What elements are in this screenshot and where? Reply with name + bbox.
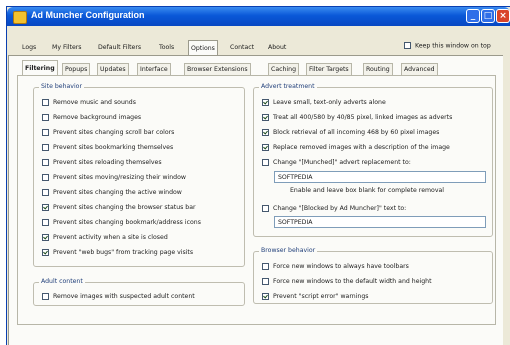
subtab-browser-extensions[interactable]: Browser Extensions (184, 63, 251, 75)
advert-option-3[interactable]: Replace removed images with a descriptio… (262, 143, 450, 152)
site-option-2[interactable]: Prevent sites changing scroll bar colors (42, 128, 174, 137)
option-label: Prevent "script error" warnings (273, 293, 369, 300)
browser-option-2[interactable]: Prevent "script error" warnings (262, 292, 368, 301)
advert-option-2[interactable]: Block retrieval of all incoming 468 by 6… (262, 128, 439, 137)
option-label: Block retrieval of all incoming 468 by 6… (273, 129, 440, 136)
checkbox[interactable] (42, 203, 49, 211)
option-label: Prevent sites bookmarking themselves (53, 144, 174, 151)
option-label: Force new windows to the default width a… (273, 278, 432, 285)
option-label: Force new windows to always have toolbar… (273, 263, 409, 270)
subtab-caching[interactable]: Caching (268, 63, 300, 75)
checkbox[interactable] (42, 248, 49, 256)
app-icon (13, 11, 27, 24)
site-option-6[interactable]: Prevent sites changing the active window (42, 188, 182, 197)
tab-default-filters[interactable]: Default Filters (96, 42, 143, 54)
checkbox[interactable] (262, 292, 269, 300)
browser-behavior-title: Browser behavior (259, 247, 318, 254)
site-option-8[interactable]: Prevent sites changing bookmark/address … (42, 218, 201, 227)
checkbox[interactable] (262, 262, 269, 270)
option-label: Prevent sites changing scroll bar colors (53, 129, 175, 136)
subtab-popups[interactable]: Popups (62, 63, 91, 75)
tab-tools[interactable]: Tools (157, 42, 176, 54)
option-label: Prevent sites reloading themselves (53, 159, 162, 166)
minimize-icon[interactable]: _ (466, 9, 480, 23)
site-option-9[interactable]: Prevent activity when a site is closed (42, 233, 168, 242)
checkbox[interactable] (262, 113, 269, 121)
subtab-advanced[interactable]: Advanced (401, 63, 438, 75)
subtab-filtering[interactable]: Filtering (22, 60, 58, 76)
checkbox[interactable] (262, 143, 269, 151)
change-munched-option[interactable]: Change "[Munched]" advert replacement to… (262, 158, 411, 167)
change-blocked-option[interactable]: Change "[Blocked by Ad Muncher]" text to… (262, 204, 406, 213)
subtab-updates[interactable]: Updates (97, 63, 129, 75)
adult-content-title: Adult content (39, 278, 85, 285)
tab-contact[interactable]: Contact (228, 42, 256, 54)
site-behavior-title: Site behavior (39, 83, 85, 90)
checkbox[interactable] (262, 277, 269, 285)
option-label: Prevent activity when a site is closed (53, 234, 168, 241)
subtab-routing[interactable]: Routing (363, 63, 393, 75)
option-label: Treat all 400/580 by 40/85 pixel, linked… (273, 114, 453, 121)
blank-removal-note: Enable and leave box blank for complete … (290, 187, 445, 194)
tab-about[interactable]: About (266, 42, 288, 54)
option-label: Remove music and sounds (53, 99, 136, 106)
close-icon[interactable]: × (496, 9, 510, 23)
site-option-1[interactable]: Remove background images (42, 113, 141, 122)
site-option-10[interactable]: Prevent "web bugs" from tracking page vi… (42, 248, 193, 257)
subtab-filter-targets[interactable]: Filter Targets (306, 63, 352, 75)
option-label: Prevent sites changing the browser statu… (53, 204, 196, 211)
browser-option-0[interactable]: Force new windows to always have toolbar… (262, 262, 409, 271)
window-title: Ad Muncher Configuration (31, 10, 145, 20)
checkbox[interactable] (42, 143, 49, 151)
maximize-icon[interactable]: □ (481, 9, 495, 23)
tab-logs[interactable]: Logs (20, 42, 38, 54)
option-label: Change "[Blocked by Ad Muncher]" text to… (273, 205, 407, 212)
checkbox[interactable] (42, 292, 49, 300)
checkbox[interactable] (262, 204, 269, 212)
advert-option-1[interactable]: Treat all 400/580 by 40/85 pixel, linked… (262, 113, 452, 122)
browser-option-1[interactable]: Force new windows to the default width a… (262, 277, 432, 286)
site-option-0[interactable]: Remove music and sounds (42, 98, 136, 107)
tab-options[interactable]: Options (188, 40, 218, 55)
site-option-4[interactable]: Prevent sites reloading themselves (42, 158, 162, 167)
option-label: Prevent sites changing the active window (53, 189, 182, 196)
keep-on-top-toggle[interactable]: Keep this window on top (404, 42, 491, 50)
site-option-7[interactable]: Prevent sites changing the browser statu… (42, 203, 196, 212)
blocked-text-input[interactable]: SOFTPEDIA (274, 216, 486, 228)
checkbox[interactable] (262, 158, 269, 166)
checkbox[interactable] (42, 158, 49, 166)
checkbox[interactable] (42, 128, 49, 136)
munched-replacement-input[interactable]: SOFTPEDIA (274, 171, 486, 183)
keep-on-top-checkbox[interactable] (404, 42, 411, 49)
checkbox[interactable] (262, 98, 269, 106)
advert-option-0[interactable]: Leave small, text-only adverts alone (262, 98, 386, 107)
tab-my-filters[interactable]: My Filters (50, 42, 84, 54)
option-label: Remove background images (53, 114, 142, 121)
option-label: Replace removed images with a descriptio… (273, 144, 450, 151)
checkbox[interactable] (42, 173, 49, 181)
advert-treatment-title: Advert treatment (259, 83, 317, 90)
keep-on-top-label: Keep this window on top (415, 42, 491, 50)
option-label: Prevent sites moving/resizing their wind… (53, 174, 186, 181)
checkbox[interactable] (42, 218, 49, 226)
option-label: Prevent "web bugs" from tracking page vi… (53, 249, 194, 256)
site-option-5[interactable]: Prevent sites moving/resizing their wind… (42, 173, 186, 182)
subtab-interface[interactable]: Interface (137, 63, 171, 75)
checkbox[interactable] (42, 113, 49, 121)
option-label: Prevent sites changing bookmark/address … (53, 219, 201, 226)
checkbox[interactable] (262, 128, 269, 136)
checkbox[interactable] (42, 233, 49, 241)
option-label: Leave small, text-only adverts alone (273, 99, 386, 106)
checkbox[interactable] (42, 98, 49, 106)
title-bar[interactable]: Ad Muncher Configuration _ □ × (7, 7, 510, 26)
adult-option-0[interactable]: Remove images with suspected adult conte… (42, 292, 195, 301)
option-label: Remove images with suspected adult conte… (53, 293, 195, 300)
option-label: Change "[Munched]" advert replacement to… (273, 159, 411, 166)
site-option-3[interactable]: Prevent sites bookmarking themselves (42, 143, 173, 152)
checkbox[interactable] (42, 188, 49, 196)
